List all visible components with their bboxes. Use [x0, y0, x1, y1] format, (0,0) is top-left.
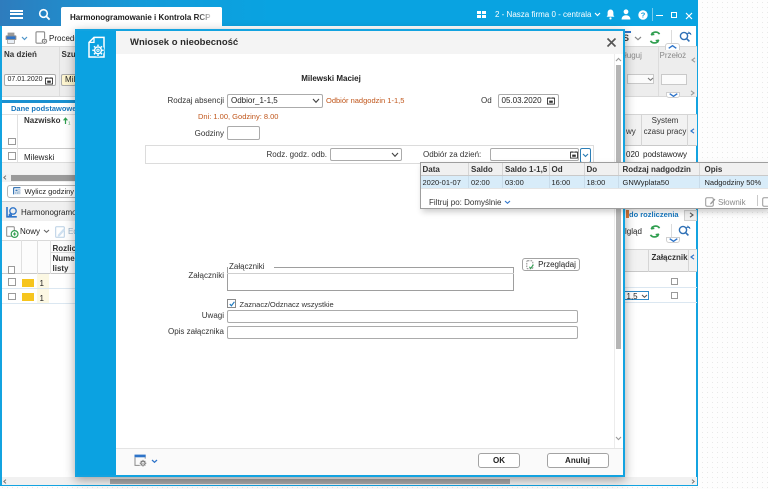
svg-text:?: ?: [641, 10, 646, 19]
svg-text:1: 1: [68, 120, 71, 124]
